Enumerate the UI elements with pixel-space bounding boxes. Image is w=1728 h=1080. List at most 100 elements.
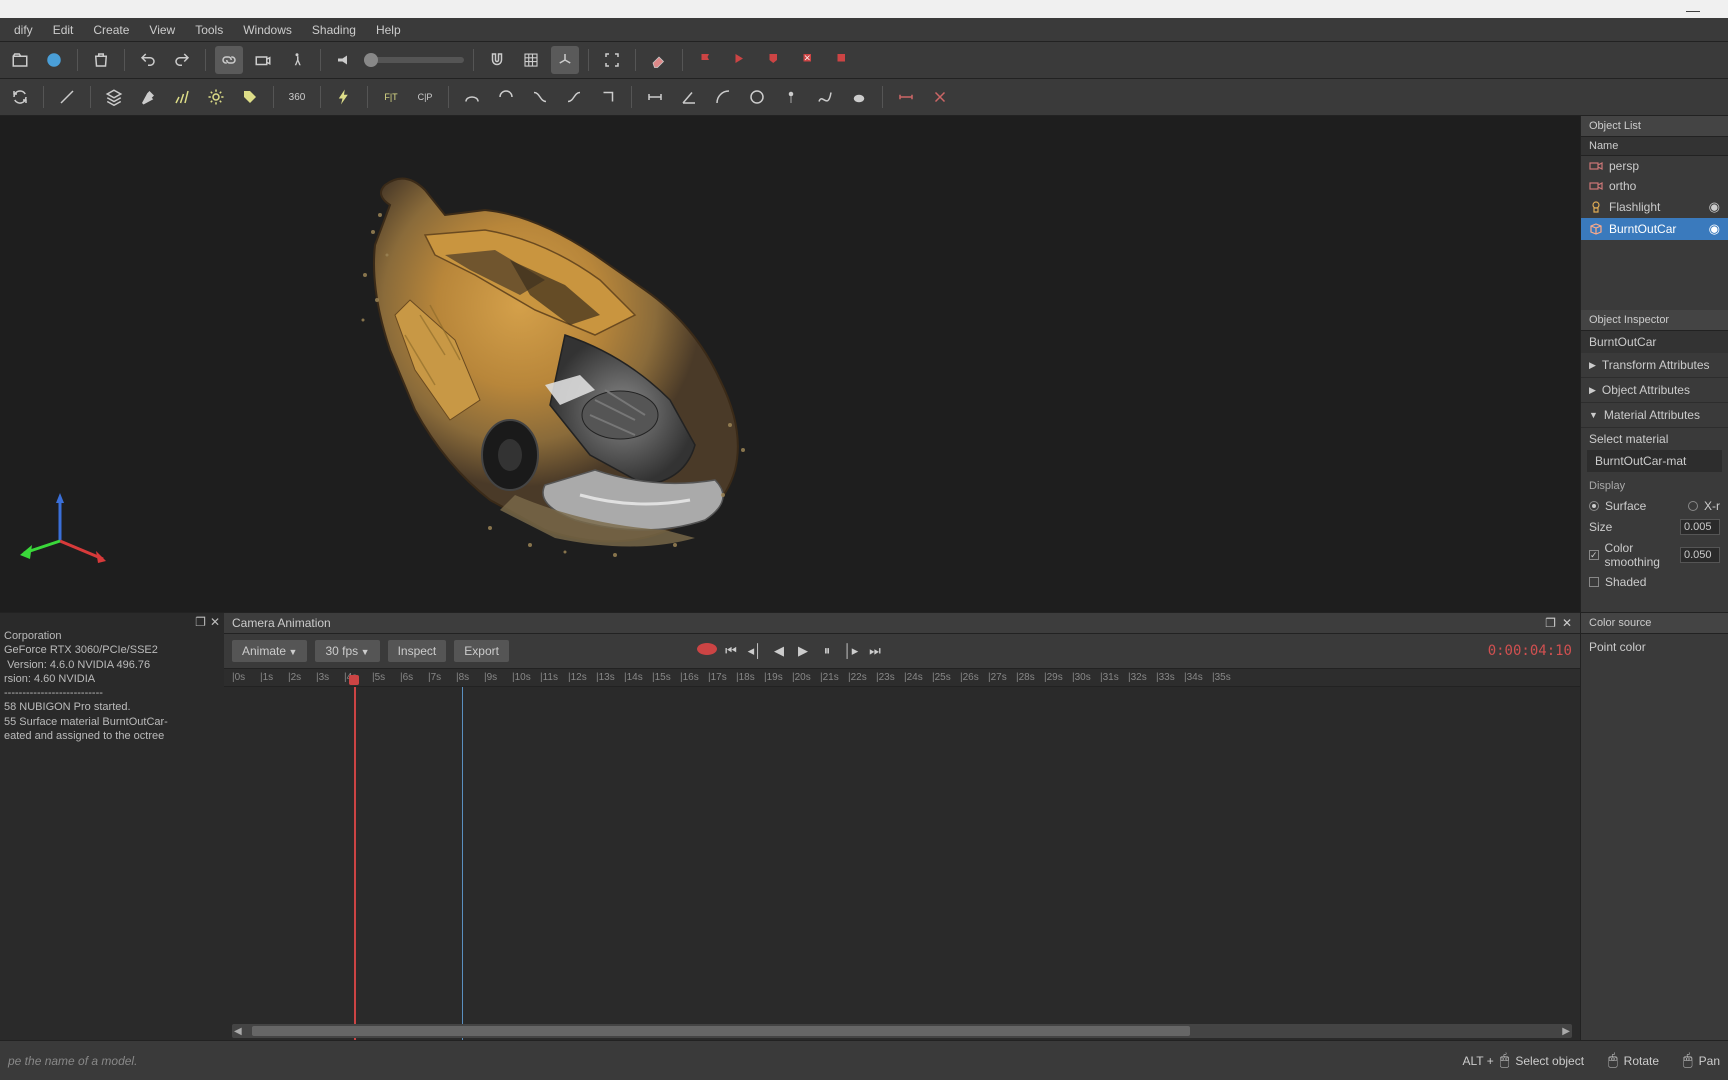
eraser-icon[interactable] [645, 46, 673, 74]
mouse-left-icon: 🖱 [1608, 1052, 1618, 1070]
camera-icon[interactable] [249, 46, 277, 74]
flag-down-icon[interactable] [760, 46, 788, 74]
forward-end-icon[interactable]: ⏭ [865, 643, 885, 659]
redo-icon[interactable] [168, 46, 196, 74]
object-burntoutcar[interactable]: BurntOutCar ◉ [1581, 218, 1728, 240]
timeline-scrollbar[interactable] [232, 1024, 1572, 1038]
surface-radio[interactable] [1589, 501, 1599, 511]
play-icon[interactable]: ▶ [793, 643, 813, 659]
grid-icon[interactable] [517, 46, 545, 74]
point-icon[interactable] [777, 83, 805, 111]
xray-radio[interactable] [1688, 501, 1698, 511]
section-material-attrs[interactable]: ▼Material Attributes [1581, 403, 1728, 428]
flag-play-icon[interactable] [726, 46, 754, 74]
shaded-checkbox[interactable] [1589, 577, 1599, 587]
animate-dropdown[interactable]: Animate [232, 640, 307, 662]
curve4-icon[interactable] [560, 83, 588, 111]
menu-tools[interactable]: Tools [185, 19, 233, 41]
menu-shading[interactable]: Shading [302, 19, 366, 41]
tag-icon[interactable] [236, 83, 264, 111]
speed-icon[interactable] [330, 46, 358, 74]
hammer-icon[interactable] [134, 83, 162, 111]
arc-icon[interactable] [709, 83, 737, 111]
curve2-icon[interactable] [492, 83, 520, 111]
console-close-icon[interactable]: ✕ [210, 615, 220, 629]
dimension-icon[interactable] [641, 83, 669, 111]
anim-close-icon[interactable]: ✕ [1562, 616, 1572, 630]
axes-icon[interactable] [551, 46, 579, 74]
refresh-icon[interactable] [6, 83, 34, 111]
model-burntoutcar[interactable] [335, 160, 765, 560]
anim-popout-icon[interactable]: ❐ [1545, 616, 1556, 630]
object-persp[interactable]: persp [1581, 156, 1728, 176]
loop-marker[interactable] [462, 687, 463, 1040]
flag-settings-icon[interactable] [828, 46, 856, 74]
compare-icon[interactable] [926, 83, 954, 111]
rewind-start-icon[interactable]: ⏮ [721, 643, 741, 659]
curve1-icon[interactable] [458, 83, 486, 111]
link-icon[interactable] [215, 46, 243, 74]
blob-icon[interactable] [845, 83, 873, 111]
fps-dropdown[interactable]: 30 fps [315, 640, 379, 662]
object-label: Flashlight [1609, 200, 1660, 214]
globe-icon[interactable] [40, 46, 68, 74]
smoothing-input[interactable] [1680, 547, 1720, 563]
minimize-icon[interactable]: — [1686, 2, 1700, 18]
speed-slider[interactable] [364, 57, 464, 63]
edge-icon[interactable] [53, 83, 81, 111]
3d-viewport[interactable] [0, 116, 1580, 614]
section-transform[interactable]: ▶Transform Attributes [1581, 353, 1728, 378]
timeline-ruler[interactable]: |0s|1s|2s|3s|4s|5s|6s|7s|8s|9s|10s|11s|1… [224, 669, 1580, 687]
trash-icon[interactable] [87, 46, 115, 74]
spline-icon[interactable] [811, 83, 839, 111]
material-name-field[interactable]: BurntOutCar-mat [1587, 450, 1722, 472]
bolt-icon[interactable] [330, 83, 358, 111]
step-fwd-icon[interactable]: │▸ [841, 643, 861, 659]
distance-icon[interactable] [892, 83, 920, 111]
smoothing-checkbox[interactable] [1589, 550, 1599, 560]
step-back-icon[interactable]: ◂│ [745, 643, 765, 659]
angle-icon[interactable] [675, 83, 703, 111]
curve3-icon[interactable] [526, 83, 554, 111]
menu-modify[interactable]: dify [4, 19, 43, 41]
flag-x-icon[interactable] [794, 46, 822, 74]
magnet-icon[interactable] [483, 46, 511, 74]
timeline-track[interactable] [224, 687, 1580, 1040]
section-object-attrs[interactable]: ▶Object Attributes [1581, 378, 1728, 403]
inspect-button[interactable]: Inspect [388, 640, 447, 662]
export-button[interactable]: Export [454, 640, 509, 662]
visibility-icon[interactable]: ◉ [1709, 199, 1720, 215]
360-icon[interactable]: 360 [283, 83, 311, 111]
ruler-tick: |12s [568, 672, 596, 683]
flag-red-icon[interactable] [692, 46, 720, 74]
rays-icon[interactable] [168, 83, 196, 111]
menu-create[interactable]: Create [83, 19, 139, 41]
size-input[interactable] [1680, 519, 1720, 535]
menu-view[interactable]: View [139, 19, 185, 41]
fit-icon[interactable]: F|T [377, 83, 405, 111]
walk-icon[interactable] [283, 46, 311, 74]
console-popout-icon[interactable]: ❐ [195, 615, 206, 629]
play-back-icon[interactable]: ◀ [769, 643, 789, 659]
open-icon[interactable] [6, 46, 34, 74]
sun-icon[interactable] [202, 83, 230, 111]
layers-icon[interactable] [100, 83, 128, 111]
visibility-icon[interactable]: ◉ [1709, 221, 1720, 237]
ruler-tick: |5s [372, 672, 400, 683]
menu-edit[interactable]: Edit [43, 19, 84, 41]
keyframe-marker[interactable] [349, 675, 359, 685]
curve5-icon[interactable] [594, 83, 622, 111]
record-icon[interactable] [697, 643, 717, 655]
menu-windows[interactable]: Windows [233, 19, 302, 41]
clip-icon[interactable]: C|P [411, 83, 439, 111]
object-flashlight[interactable]: Flashlight ◉ [1581, 196, 1728, 218]
menu-bar: dify Edit Create View Tools Windows Shad… [0, 18, 1728, 42]
ruler-tick: |21s [820, 672, 848, 683]
object-ortho[interactable]: ortho [1581, 176, 1728, 196]
frame-icon[interactable] [598, 46, 626, 74]
circle-icon[interactable] [743, 83, 771, 111]
menu-help[interactable]: Help [366, 19, 411, 41]
undo-icon[interactable] [134, 46, 162, 74]
pause-icon[interactable]: ⏸ [817, 643, 837, 659]
playhead[interactable] [354, 687, 356, 1040]
